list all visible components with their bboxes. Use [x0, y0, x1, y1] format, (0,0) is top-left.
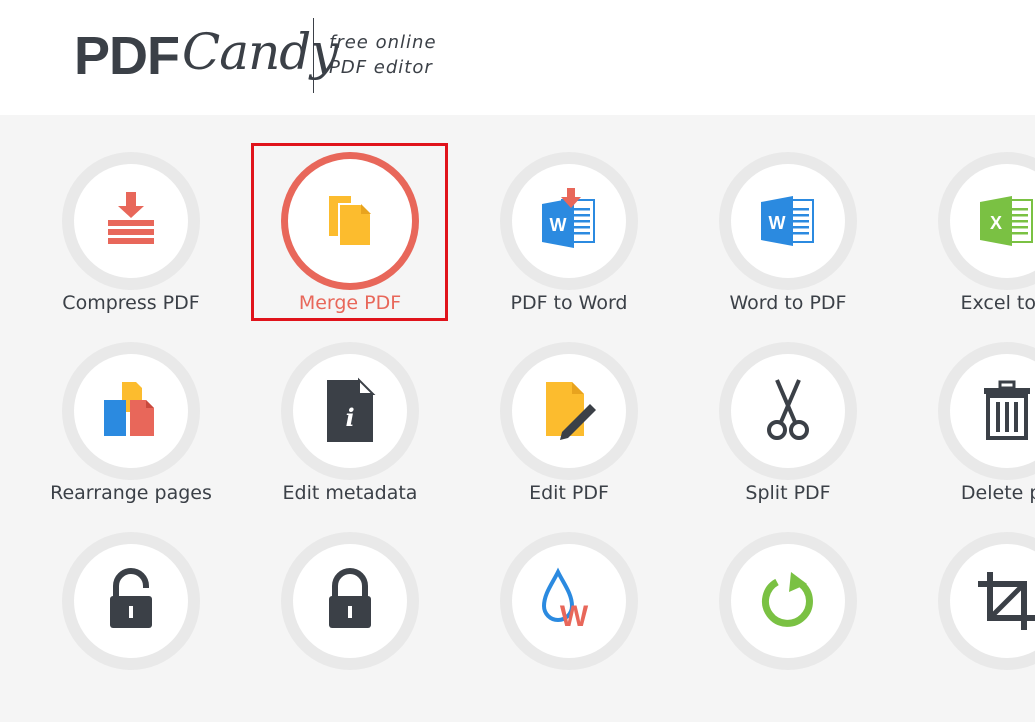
word-icon: W [761, 196, 814, 246]
scissors-icon [767, 379, 809, 440]
svg-text:W: W [560, 600, 589, 633]
tool-circle [500, 342, 638, 480]
tool-watermark[interactable]: W [469, 532, 669, 722]
lock-icon [329, 568, 371, 628]
unlock-icon [110, 568, 152, 628]
crop-icon [978, 572, 1035, 630]
tool-circle [938, 532, 1035, 670]
tool-edit-metadata[interactable]: i Edit metadata [250, 342, 450, 532]
tagline-line2: PDF editor [329, 57, 433, 78]
watermark-icon: W [541, 567, 589, 633]
tool-circle: W [500, 532, 638, 670]
tool-label: PDF to Word [510, 292, 628, 314]
tool-protect-pdf[interactable] [250, 532, 450, 722]
tagline-line1: free online [329, 32, 437, 53]
tool-label: Edit metadata [282, 482, 418, 504]
svg-text:W: W [550, 215, 567, 235]
tool-edit-pdf[interactable]: Edit PDF [469, 342, 669, 532]
pdf-to-word-icon: W [542, 188, 595, 248]
tool-circle: i [281, 342, 419, 480]
tool-label: Excel to P [960, 292, 1035, 314]
svg-text:W: W [769, 213, 786, 233]
pdfcandy-logo[interactable]: PDF Candy [74, 14, 339, 98]
tool-circle [62, 342, 200, 480]
tool-label: Delete pa [960, 482, 1035, 504]
tool-label: Rearrange pages [50, 482, 212, 504]
tool-rotate-pdf[interactable] [688, 532, 888, 722]
tool-excel-to-pdf[interactable]: X Excel to P [907, 152, 1035, 342]
merge-icon [329, 196, 372, 247]
tool-circle [719, 342, 857, 480]
tool-unlock-pdf[interactable] [31, 532, 231, 722]
tool-label: Edit PDF [529, 482, 609, 504]
tool-circle [281, 152, 419, 290]
site-header: PDF Candy free online PDF editor [0, 0, 1035, 115]
tagline: free online PDF editor [329, 30, 437, 80]
tool-crop-pdf[interactable] [907, 532, 1035, 722]
tool-split-pdf[interactable]: Split PDF [688, 342, 888, 532]
tool-label: Merge PDF [298, 292, 402, 314]
tool-circle [281, 532, 419, 670]
tool-circle [62, 152, 200, 290]
tool-merge-pdf[interactable]: Merge PDF [250, 152, 450, 342]
rotate-icon [761, 572, 813, 627]
tool-word-to-pdf[interactable]: W Word to PDF [688, 152, 888, 342]
tool-circle [719, 532, 857, 670]
svg-text:i: i [345, 403, 354, 432]
svg-text:X: X [990, 213, 1002, 233]
trash-icon [984, 380, 1030, 440]
tool-circle: W [500, 152, 638, 290]
compress-icon [108, 192, 154, 244]
tool-circle [938, 342, 1035, 480]
logo-candy-text: Candy [182, 23, 339, 81]
tool-label: Split PDF [745, 482, 831, 504]
metadata-icon: i [327, 377, 376, 442]
excel-icon: X [980, 196, 1033, 246]
tool-compress-pdf[interactable]: Compress PDF [31, 152, 231, 342]
tool-circle: W [719, 152, 857, 290]
tool-delete-pages[interactable]: Delete pa [907, 342, 1035, 532]
rearrange-icon [104, 382, 154, 436]
logo-divider [313, 18, 314, 93]
logo-pdf-text: PDF [74, 26, 180, 86]
edit-pdf-icon [546, 382, 596, 440]
tool-label: Compress PDF [62, 292, 200, 314]
tool-label: Word to PDF [729, 292, 847, 314]
tool-circle: X [938, 152, 1035, 290]
tool-circle [62, 532, 200, 670]
tool-pdf-to-word[interactable]: W PDF to Word [469, 152, 669, 342]
tool-rearrange-pages[interactable]: Rearrange pages [31, 342, 231, 532]
